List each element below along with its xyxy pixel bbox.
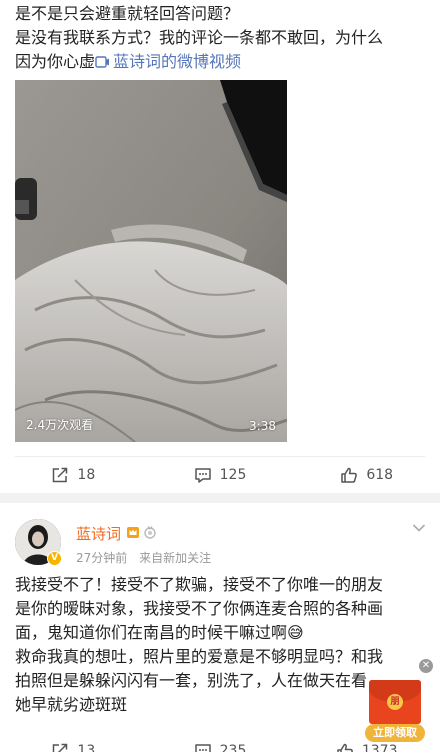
comment-button[interactable]: 125	[147, 458, 294, 492]
comment-text-line: 救命我真的想吐，照片里的爱意是不够明显吗？和我	[15, 647, 384, 666]
claim-now-button[interactable]: 立即领取	[365, 724, 425, 742]
comment-time: 27分钟前	[76, 551, 128, 565]
like-count: 618	[366, 467, 394, 483]
verified-badge-icon: V	[47, 551, 62, 566]
comment-text-line: 我接受不了！接受不了欺骗，接受不了你唯一的朋友	[15, 575, 384, 594]
video-link-label: 蓝诗词的微博视频	[113, 52, 242, 71]
fan-badge-icon	[144, 526, 156, 539]
post-text-line: 是不是只会避重就轻回答问题？	[15, 4, 240, 23]
video-link[interactable]: 蓝诗词的微博视频	[95, 52, 241, 71]
chevron-down-icon[interactable]	[412, 523, 426, 533]
comment-text-line: 她早就劣迹斑斑	[15, 695, 128, 714]
comment-source: 来自新加关注	[139, 551, 212, 565]
post-text-line: 是没有我联系方式？我的评论一条都不敢回，为什么	[15, 28, 384, 47]
like-count: 1373	[361, 743, 398, 752]
repost-count: 13	[77, 743, 96, 752]
red-packet-close-icon[interactable]: ✕	[419, 659, 433, 673]
post-text-line-part: 因为你心虚	[15, 52, 96, 71]
comment-button[interactable]: 235	[147, 734, 294, 752]
repost-button[interactable]: 18	[0, 458, 147, 492]
video-views: 2.4万次观看	[26, 418, 94, 432]
member-crown-icon	[127, 527, 139, 538]
comment-text-line: 是你的暧昧对象，我接受不了你俩连麦合照的各种画	[15, 599, 384, 618]
repost-icon	[53, 467, 68, 483]
post-card: 是不是只会避重就轻回答问题？ 是没有我联系方式？我的评论一条都不敢回，为什么 因…	[0, 0, 440, 493]
like-button[interactable]: 618	[293, 458, 440, 492]
post-text: 是不是只会避重就轻回答问题？ 是没有我联系方式？我的评论一条都不敢回，为什么 因…	[15, 2, 427, 74]
post-actions: 18 125 618	[0, 458, 440, 492]
comment-count: 235	[219, 743, 247, 752]
comment-meta: 27分钟前 来自新加关注	[76, 549, 211, 566]
video-player[interactable]: 2.4万次观看 3:38	[15, 80, 287, 442]
comment-text-line: 拍照但是躲躲闪闪有一套，别洗了，人在做天在看	[15, 671, 368, 690]
comment-count: 125	[219, 467, 247, 483]
red-packet-envelope: 朋	[369, 680, 421, 724]
repost-count: 18	[77, 467, 96, 483]
comment-icon	[194, 468, 211, 483]
like-icon	[341, 467, 358, 483]
comment-text: 我接受不了！接受不了欺骗，接受不了你唯一的朋友 是你的暧昧对象，我接受不了你俩连…	[15, 573, 425, 717]
like-icon	[337, 743, 353, 752]
red-packet-widget[interactable]: 朋 立即领取	[365, 680, 425, 742]
username[interactable]: 蓝诗词	[76, 523, 121, 544]
repost-icon	[53, 743, 68, 752]
red-packet-coin-icon: 朋	[387, 694, 403, 710]
repost-button[interactable]: 13	[0, 734, 147, 752]
user-badges	[126, 525, 157, 539]
divider	[15, 456, 425, 457]
comment-icon	[194, 744, 211, 752]
post-text-line: 因为你心虚 蓝诗词的微博视频	[15, 50, 427, 74]
video-icon	[95, 56, 110, 68]
comment-text-line: 面，鬼知道你们在南昌的时候干嘛过啊😅	[15, 623, 304, 642]
video-thumbnail	[15, 80, 287, 442]
video-duration: 3:38	[249, 419, 276, 433]
